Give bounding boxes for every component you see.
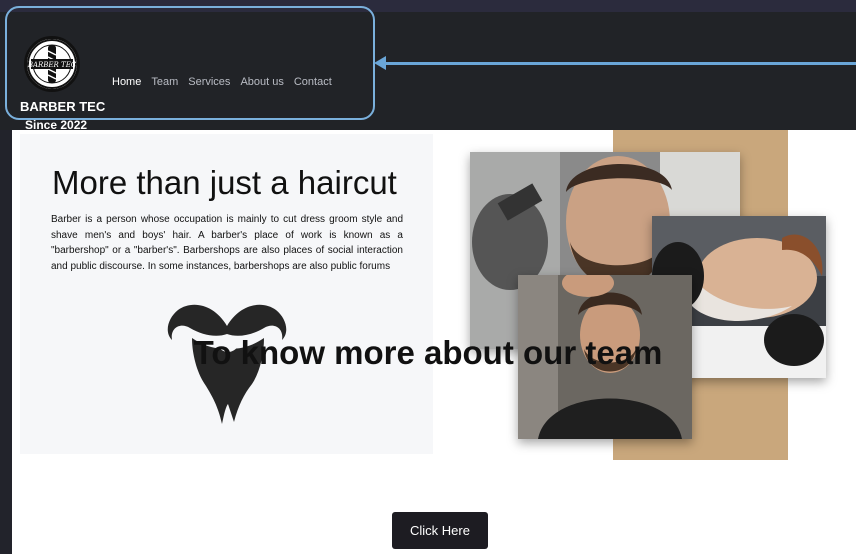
hero-section: More than just a haircut Barber is a per… — [20, 134, 433, 454]
annotation-highlight-box — [5, 6, 375, 120]
annotation-arrow-line — [384, 62, 856, 65]
click-here-button[interactable]: Click Here — [392, 512, 488, 549]
annotation-arrow-head-icon — [374, 56, 386, 70]
hero-description: Barber is a person whose occupation is m… — [51, 214, 403, 272]
hero-title: More than just a haircut — [52, 164, 397, 201]
photo-collage — [468, 130, 856, 460]
team-section-title: To know more about our team — [193, 334, 663, 371]
